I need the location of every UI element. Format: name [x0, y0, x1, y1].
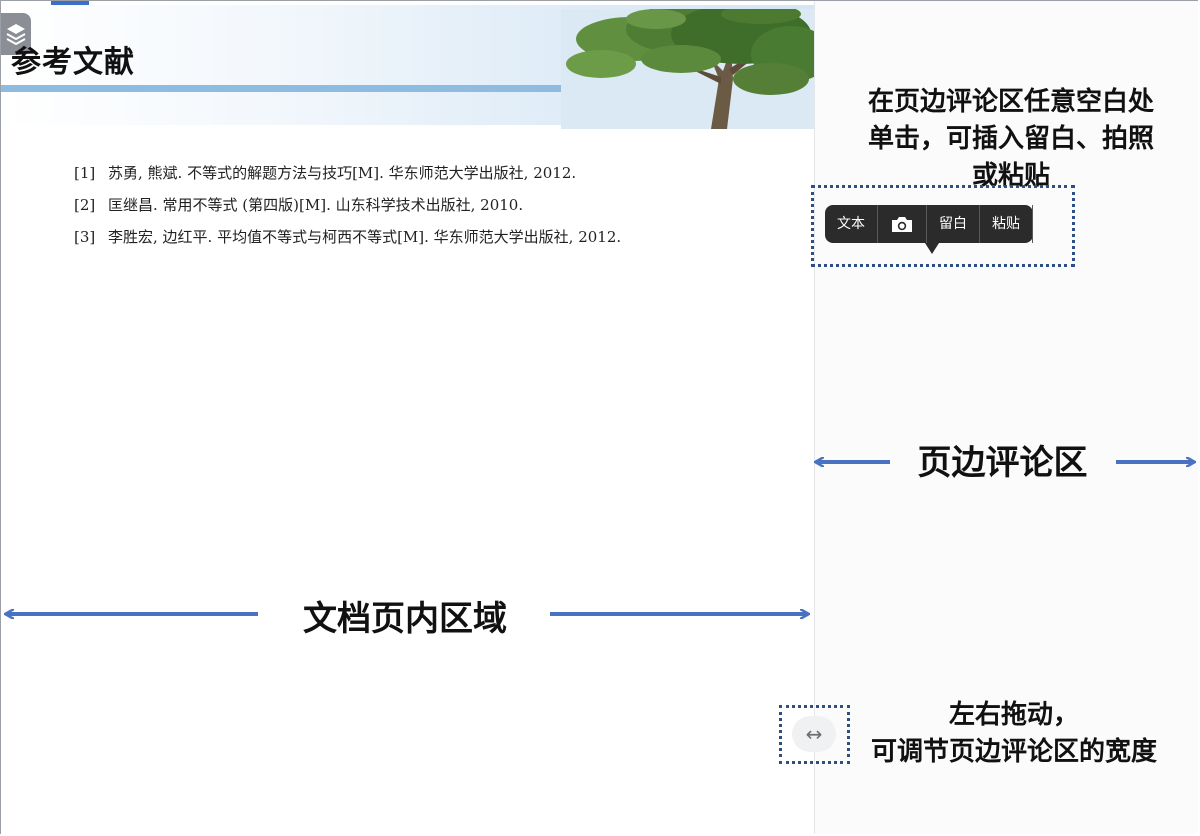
annotation-arrows — [0, 0, 1200, 836]
